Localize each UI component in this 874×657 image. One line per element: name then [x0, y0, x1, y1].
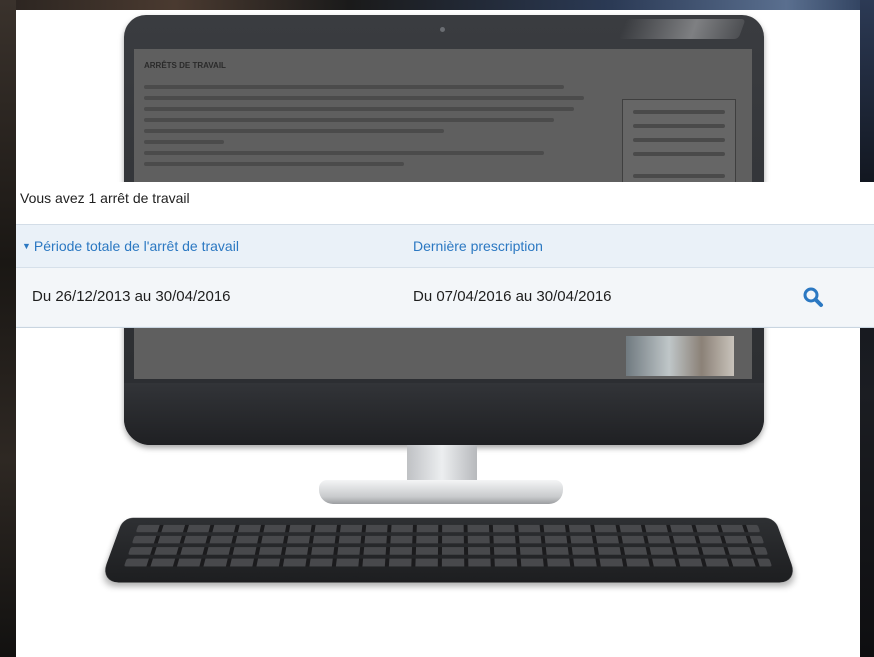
- background-photo-right: [860, 0, 874, 657]
- absence-count-text: Vous avez 1 arrêt de travail: [20, 190, 190, 206]
- page-canvas: ARRÊTS DE TRAVAIL: [16, 10, 860, 657]
- column-header-period[interactable]: ▼ Période totale de l'arrêt de travail: [22, 238, 239, 254]
- monitor-gloss: [618, 19, 746, 39]
- monitor-stand-neck: [407, 445, 477, 485]
- cell-period: Du 26/12/2013 au 30/04/2016: [32, 288, 231, 305]
- column-header-period-label: Période totale de l'arrêt de travail: [33, 238, 239, 254]
- sort-desc-icon: ▼: [22, 241, 31, 251]
- screen-photo: [626, 336, 734, 376]
- absence-header: Vous avez 1 arrêt de travail: [16, 182, 874, 224]
- absence-table: ▼ Période totale de l'arrêt de travail De…: [16, 224, 874, 328]
- column-header-last-prescription-label: Dernière prescription: [413, 238, 543, 254]
- monitor-stand-base: [319, 480, 563, 504]
- column-header-last-prescription[interactable]: Dernière prescription: [413, 238, 543, 254]
- search-icon[interactable]: [802, 286, 824, 308]
- absence-panel: Vous avez 1 arrêt de travail ▼ Période to…: [16, 182, 874, 328]
- screen-text-lines: [144, 85, 604, 173]
- camera-dot: [440, 27, 445, 32]
- table-row: Du 26/12/2013 au 30/04/2016 Du 07/04/201…: [16, 268, 874, 326]
- keyboard: [99, 517, 799, 583]
- monitor-bezel-bottom: [124, 383, 764, 445]
- background-photo-left: [0, 0, 16, 657]
- table-header: ▼ Période totale de l'arrêt de travail De…: [16, 225, 874, 268]
- cell-last-prescription: Du 07/04/2016 au 30/04/2016: [413, 288, 612, 305]
- screen-title: ARRÊTS DE TRAVAIL: [144, 61, 226, 70]
